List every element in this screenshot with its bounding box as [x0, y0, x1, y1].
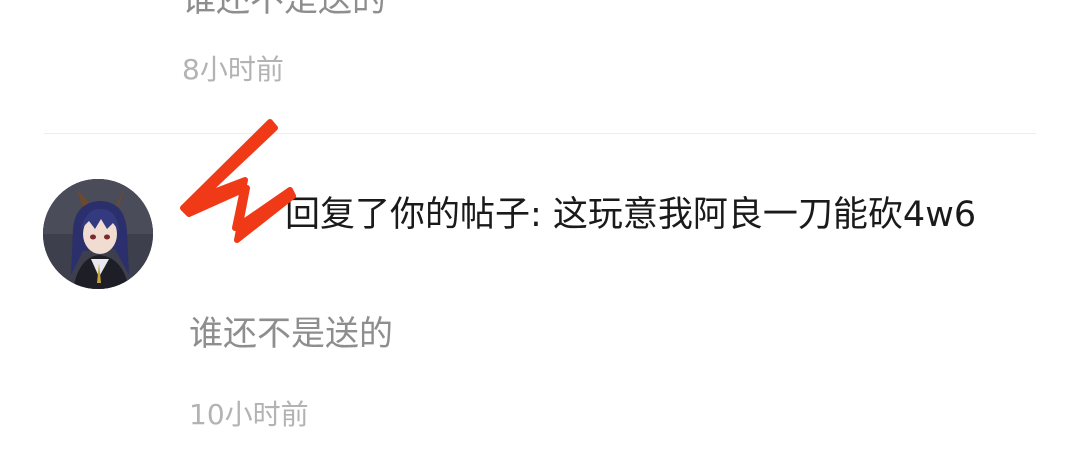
- notification-headline: 回复了你的帖子: 这玩意我阿良一刀能砍4w6: [189, 184, 1049, 246]
- action-text: 回复了你的帖子:: [285, 195, 553, 235]
- reply-notification[interactable]: 回复了你的帖子: 这玩意我阿良一刀能砍4w6 谁还不是送的 10小时前: [0, 134, 1080, 469]
- reply-quote: 谁还不是送的: [182, 0, 386, 20]
- timestamp: 8小时前: [182, 53, 284, 86]
- notification-list: 谁还不是送的 8小时前 回复了你的帖子: 这玩意我阿良一刀能砍4w6 谁还不是送…: [0, 0, 1080, 469]
- timestamp: 10小时前: [189, 398, 309, 431]
- reply-quote: 谁还不是送的: [189, 314, 393, 354]
- avatar-image: [43, 179, 153, 289]
- post-text[interactable]: 这玩意我阿良一刀能砍4w6: [553, 195, 976, 235]
- avatar[interactable]: [43, 179, 153, 289]
